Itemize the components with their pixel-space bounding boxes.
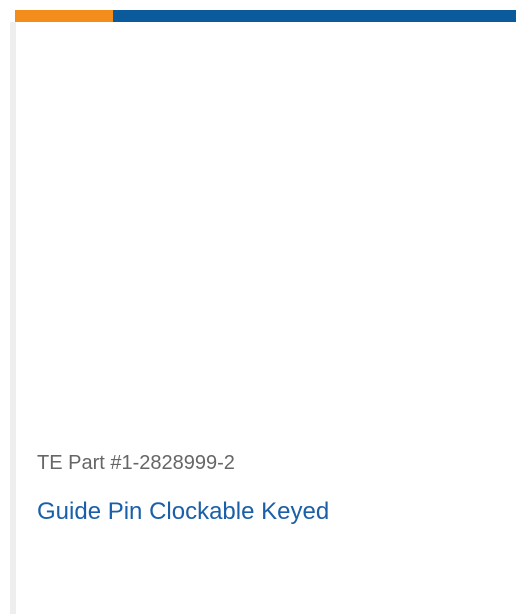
product-card[interactable]: TE Part #1-2828999-2 Guide Pin Clockable… bbox=[16, 22, 516, 614]
product-page: TE Part #1-2828999-2 Guide Pin Clockable… bbox=[0, 0, 516, 614]
product-name-link[interactable]: Guide Pin Clockable Keyed bbox=[37, 498, 329, 526]
part-number: TE Part #1-2828999-2 bbox=[37, 452, 235, 474]
top-bar-brand bbox=[113, 10, 516, 22]
product-image-area[interactable] bbox=[16, 22, 516, 432]
top-color-bar bbox=[15, 10, 516, 22]
top-bar-accent bbox=[15, 10, 113, 22]
